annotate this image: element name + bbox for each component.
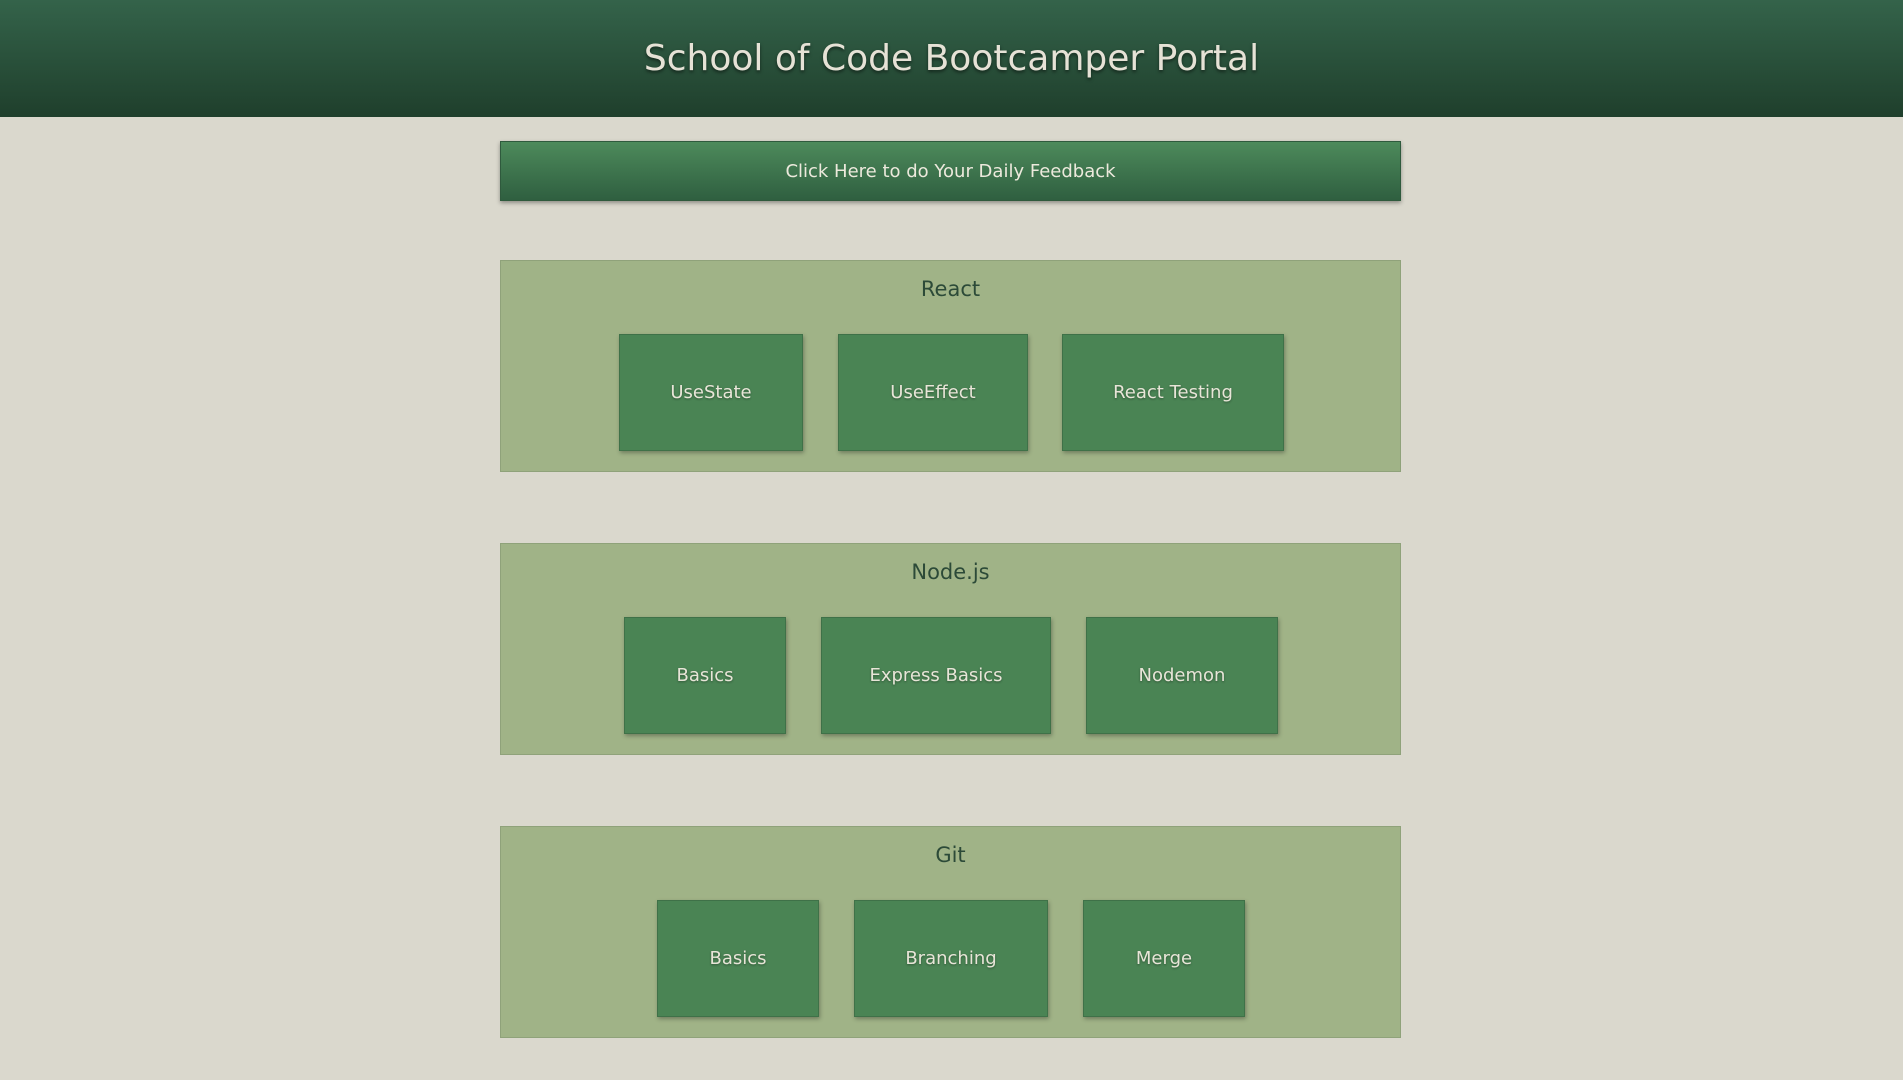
section-title: Git [935,843,966,867]
section-react: React UseState UseEffect React Testing [500,260,1401,472]
topic-card-nodemon[interactable]: Nodemon [1086,617,1278,734]
section-nodejs: Node.js Basics Express Basics Nodemon [500,543,1401,755]
topic-card-branching[interactable]: Branching [854,900,1048,1017]
daily-feedback-button[interactable]: Click Here to do Your Daily Feedback [500,141,1401,201]
topic-card-react-testing[interactable]: React Testing [1062,334,1284,451]
topic-card-express-basics[interactable]: Express Basics [821,617,1051,734]
topic-card-merge[interactable]: Merge [1083,900,1245,1017]
topic-card-basics[interactable]: Basics [624,617,786,734]
section-git: Git Basics Branching Merge [500,826,1401,1038]
page-header: School of Code Bootcamper Portal [0,0,1903,117]
page-title: School of Code Bootcamper Portal [643,38,1260,79]
topic-card-basics[interactable]: Basics [657,900,819,1017]
section-title: Node.js [911,560,990,584]
section-title: React [920,277,981,301]
topic-card-useeffect[interactable]: UseEffect [838,334,1028,451]
topic-card-usestate[interactable]: UseState [619,334,803,451]
